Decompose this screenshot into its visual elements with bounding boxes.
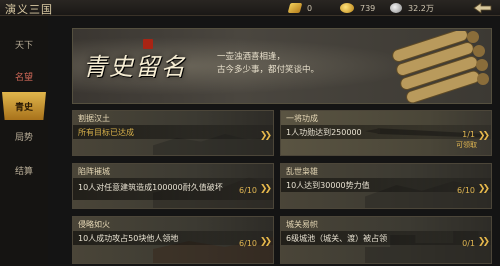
task-card-qinlve-ruhuo[interactable]: 侵略如火 10人成功攻占50块他人领地 6/10 ❯❯ bbox=[72, 216, 274, 264]
poem-line-2: 古今多少事，都付笑谈中。 bbox=[217, 65, 320, 75]
task-progress: 6/10 bbox=[239, 186, 257, 195]
silver-coin-value: 32.2万 bbox=[408, 3, 434, 13]
task-card-chengguan-yizhi[interactable]: 城关易帜 6级城池（城关、渡）被占领 0/1 ❯❯ bbox=[280, 216, 492, 264]
banner-poem: 一壶浊酒喜相逢， 古今多少事，都付笑谈中。 bbox=[217, 51, 387, 77]
sidebar-item-jiesuan[interactable]: 结算 bbox=[0, 158, 48, 182]
task-title: 陷阵摧城 bbox=[78, 167, 110, 176]
task-title: 城关易帜 bbox=[286, 220, 318, 229]
task-title: 乱世枭雄 bbox=[286, 167, 318, 176]
task-desc: 所有目标已达成 bbox=[78, 128, 134, 137]
sidebar-item-mingwang[interactable]: 名望 bbox=[0, 64, 48, 88]
task-card-xianzhen-cuicheng[interactable]: 陷阵摧城 10人对任意建筑造成100000耐久值破坏 6/10 ❯❯ bbox=[72, 163, 274, 209]
chevron-right-icon[interactable]: ❯❯ bbox=[478, 184, 490, 194]
silver-coin-resource[interactable]: 32.2万 bbox=[390, 2, 434, 14]
silver-coin-icon bbox=[390, 3, 402, 13]
task-title: 一将功成 bbox=[286, 114, 318, 123]
chevron-right-icon[interactable]: ❯❯ bbox=[260, 131, 272, 141]
poem-line-1: 一壶浊酒喜相逢， bbox=[217, 52, 286, 62]
app-title: 演义三国 bbox=[5, 3, 53, 16]
task-desc: 10人对任意建筑造成100000耐久值破坏 bbox=[78, 183, 223, 192]
back-arrow-icon bbox=[473, 2, 492, 14]
task-progress: 1/1 bbox=[462, 130, 475, 139]
task-desc: 1人功勋达到250000 bbox=[286, 128, 362, 137]
back-button[interactable] bbox=[472, 1, 494, 15]
task-card-yijiang-gongcheng[interactable]: 一将功成 1人功勋达到250000 1/1 可领取 ❯❯ bbox=[280, 110, 492, 156]
task-progress: 0/1 bbox=[462, 239, 475, 248]
task-desc: 10人成功攻占50块他人领地 bbox=[78, 234, 179, 243]
gold-ingot-value: 0 bbox=[307, 3, 313, 13]
gold-coin-icon bbox=[340, 3, 354, 13]
task-card-luanshi-xiaoxiong[interactable]: 乱世枭雄 10人达到30000势力值 6/10 ❯❯ bbox=[280, 163, 492, 209]
gold-ingot-icon bbox=[287, 3, 303, 13]
task-progress: 6/10 bbox=[239, 239, 257, 248]
sidebar-item-jushi[interactable]: 局势 bbox=[0, 124, 48, 148]
chevron-right-icon[interactable]: ❯❯ bbox=[260, 184, 272, 194]
task-title: 割据汉土 bbox=[78, 114, 110, 123]
task-desc: 6级城池（城关、渡）被占领 bbox=[286, 234, 388, 243]
chevron-right-icon[interactable]: ❯❯ bbox=[478, 131, 490, 141]
sidebar-item-qingshi[interactable]: 青史 bbox=[2, 92, 46, 120]
task-card-geju-hantu[interactable]: 割据汉土 所有目标已达成 ❯❯ bbox=[72, 110, 274, 156]
task-title: 侵略如火 bbox=[78, 220, 110, 229]
chevron-right-icon[interactable]: ❯❯ bbox=[260, 237, 272, 247]
task-progress: 6/10 bbox=[457, 186, 475, 195]
chevron-right-icon[interactable]: ❯❯ bbox=[478, 237, 490, 247]
top-bar: 演义三国 0 739 32.2万 bbox=[0, 0, 500, 16]
sidebar-item-tianxia[interactable]: 天下 bbox=[0, 32, 48, 56]
task-desc: 10人达到30000势力值 bbox=[286, 181, 370, 190]
bamboo-scrolls-icon bbox=[392, 31, 489, 103]
history-banner: 青史留名 一壶浊酒喜相逢， 古今多少事，都付笑谈中。 bbox=[72, 28, 492, 104]
claim-reward-label[interactable]: 可领取 bbox=[456, 140, 477, 150]
gold-coin-resource[interactable]: 739 bbox=[340, 2, 375, 14]
banner-title: 青史留名 bbox=[83, 53, 187, 81]
gold-ingot-resource[interactable]: 0 bbox=[287, 2, 313, 14]
sidebar: 天下 名望 青史 局势 结算 bbox=[0, 16, 48, 266]
gold-coin-value: 739 bbox=[360, 3, 376, 13]
